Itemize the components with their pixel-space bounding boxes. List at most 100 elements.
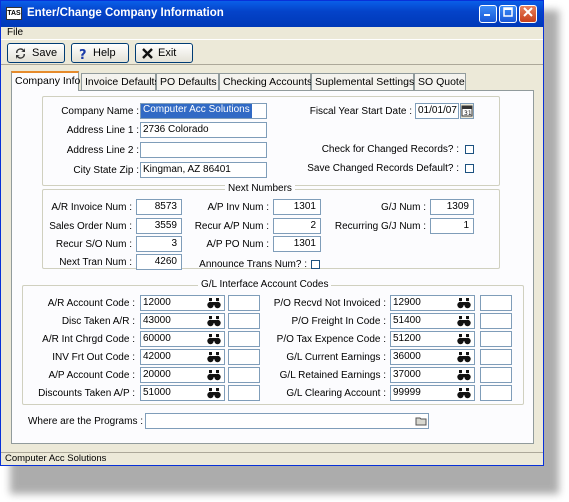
- exit-x-icon: [142, 47, 153, 59]
- gl-right-label: P/O Freight In Code :: [291, 316, 387, 327]
- gl-description-field[interactable]: [228, 367, 260, 383]
- next-numbers-group: Next Numbers A/R Invoice Num : 8573 Sale…: [42, 183, 500, 270]
- gl-right-label: G/L Retained Earnings :: [279, 370, 386, 381]
- svg-text:?: ?: [79, 48, 87, 60]
- save-icon: [15, 47, 26, 59]
- binoculars-icon: [457, 298, 471, 309]
- gl-lookup-button[interactable]: [457, 387, 471, 399]
- address-line-2-field[interactable]: [140, 142, 267, 158]
- gl-left-label: A/R Account Code :: [47, 298, 135, 309]
- tab-company-info[interactable]: Company Info: [11, 71, 80, 91]
- main-window: TAS Enter/Change Company Information Fil…: [0, 0, 544, 466]
- company-name-field[interactable]: Computer Acc Solutions: [140, 103, 267, 119]
- gl-description-field[interactable]: [228, 349, 260, 365]
- gl-description-field[interactable]: [480, 313, 512, 329]
- tab-invoice-defaults[interactable]: Invoice Defaults: [81, 73, 160, 90]
- next-numbers-title: Next Numbers: [225, 183, 295, 194]
- tab-so-quote[interactable]: SO Quote: [414, 73, 466, 90]
- gl-lookup-button[interactable]: [457, 369, 471, 381]
- close-icon: [523, 7, 533, 17]
- tab-po-defaults[interactable]: PO Defaults: [156, 73, 219, 90]
- sales-order-field[interactable]: 3559: [136, 218, 182, 234]
- gl-lookup-button[interactable]: [207, 387, 221, 399]
- gl-lookup-button[interactable]: [207, 315, 221, 327]
- ar-invoice-field[interactable]: 8573: [136, 199, 182, 215]
- address-line-1-field[interactable]: 2736 Colorado: [140, 122, 267, 138]
- next-tran-field[interactable]: 4260: [136, 254, 182, 270]
- calendar-button[interactable]: 31: [460, 103, 474, 119]
- address-line-2-label: Address Line 2 :: [66, 145, 139, 156]
- save-button[interactable]: Save: [7, 43, 65, 63]
- gl-description-field[interactable]: [480, 349, 512, 365]
- gl-lookup-button[interactable]: [207, 297, 221, 309]
- announce-trans-label: Announce Trans Num? :: [199, 259, 307, 270]
- menu-file[interactable]: File: [7, 27, 23, 38]
- city-state-zip-label: City State Zip :: [73, 165, 139, 176]
- gl-interface-title: G/L Interface Account Codes: [198, 279, 332, 290]
- toolbar: Save ? Help Exit: [1, 39, 543, 65]
- ap-inv-field[interactable]: 1301: [273, 199, 321, 215]
- gl-description-field[interactable]: [228, 295, 260, 311]
- folder-browse-button[interactable]: [415, 415, 427, 427]
- minimize-button[interactable]: [479, 5, 497, 23]
- gl-description-field[interactable]: [228, 331, 260, 347]
- tab-checking-accounts[interactable]: Checking Accounts: [219, 73, 312, 90]
- gl-right-label: G/L Clearing Account :: [286, 388, 386, 399]
- gl-right-label: G/L Current Earnings :: [286, 352, 386, 363]
- exit-label: Exit: [158, 47, 177, 59]
- company-name-label: Company Name :: [61, 106, 139, 117]
- gl-description-field[interactable]: [480, 385, 512, 401]
- gl-description-field[interactable]: [228, 385, 260, 401]
- ar-invoice-label: A/R Invoice Num :: [51, 202, 132, 213]
- binoculars-icon: [457, 388, 471, 399]
- gl-description-field[interactable]: [228, 313, 260, 329]
- binoculars-icon: [457, 334, 471, 345]
- gj-num-field[interactable]: 1309: [430, 199, 474, 215]
- ap-po-field[interactable]: 1301: [273, 236, 321, 252]
- tab-strip: Company Info Invoice Defaults PO Default…: [11, 71, 533, 91]
- ap-po-label: A/P PO Num :: [206, 239, 269, 250]
- programs-label: Where are the Programs :: [27, 416, 143, 427]
- gl-right-label: P/O Tax Expence Code :: [276, 334, 386, 345]
- announce-trans-checkbox[interactable]: [311, 260, 320, 269]
- gl-interface-group: G/L Interface Account Codes A/R Account …: [22, 279, 524, 405]
- gl-lookup-button[interactable]: [207, 369, 221, 381]
- city-state-zip-field[interactable]: Kingman, AZ 86401: [140, 162, 267, 178]
- tab-suplemental-settings[interactable]: Suplemental Settings: [311, 73, 414, 90]
- binoculars-icon: [457, 352, 471, 363]
- maximize-button[interactable]: [499, 5, 517, 23]
- binoculars-icon: [207, 334, 221, 345]
- fiscal-year-field[interactable]: 01/01/07: [415, 103, 459, 119]
- gl-lookup-button[interactable]: [457, 351, 471, 363]
- recur-so-field[interactable]: 3: [136, 236, 182, 252]
- gl-left-label: A/R Int Chrgd Code :: [42, 334, 135, 345]
- binoculars-icon: [457, 316, 471, 327]
- programs-field[interactable]: [145, 413, 429, 429]
- help-button[interactable]: ? Help: [71, 43, 129, 63]
- maximize-icon: [503, 7, 513, 17]
- gl-lookup-button[interactable]: [207, 351, 221, 363]
- binoculars-icon: [207, 388, 221, 399]
- gl-right-label: P/O Recvd Not Invoiced :: [273, 298, 386, 309]
- binoculars-icon: [457, 370, 471, 381]
- folder-icon: [415, 417, 427, 426]
- gl-lookup-button[interactable]: [207, 333, 221, 345]
- gl-lookup-button[interactable]: [457, 315, 471, 327]
- gl-description-field[interactable]: [480, 331, 512, 347]
- close-button[interactable]: [519, 5, 537, 23]
- gl-description-field[interactable]: [480, 295, 512, 311]
- save-label: Save: [32, 47, 58, 59]
- recur-ap-field[interactable]: 2: [273, 218, 321, 234]
- gl-description-field[interactable]: [480, 367, 512, 383]
- company-group: Company Name : Computer Acc Solutions Ad…: [42, 96, 500, 186]
- gl-lookup-button[interactable]: [457, 333, 471, 345]
- svg-text:31: 31: [464, 110, 472, 117]
- gl-lookup-button[interactable]: [457, 297, 471, 309]
- title-bar[interactable]: TAS Enter/Change Company Information: [1, 1, 543, 27]
- fiscal-year-label: Fiscal Year Start Date :: [309, 106, 412, 117]
- save-changed-records-checkbox[interactable]: [465, 164, 474, 173]
- check-changed-records-checkbox[interactable]: [465, 145, 474, 154]
- recurring-gj-label: Recurring G/J Num :: [334, 221, 426, 232]
- exit-button[interactable]: Exit: [135, 43, 193, 63]
- recurring-gj-field[interactable]: 1: [430, 218, 474, 234]
